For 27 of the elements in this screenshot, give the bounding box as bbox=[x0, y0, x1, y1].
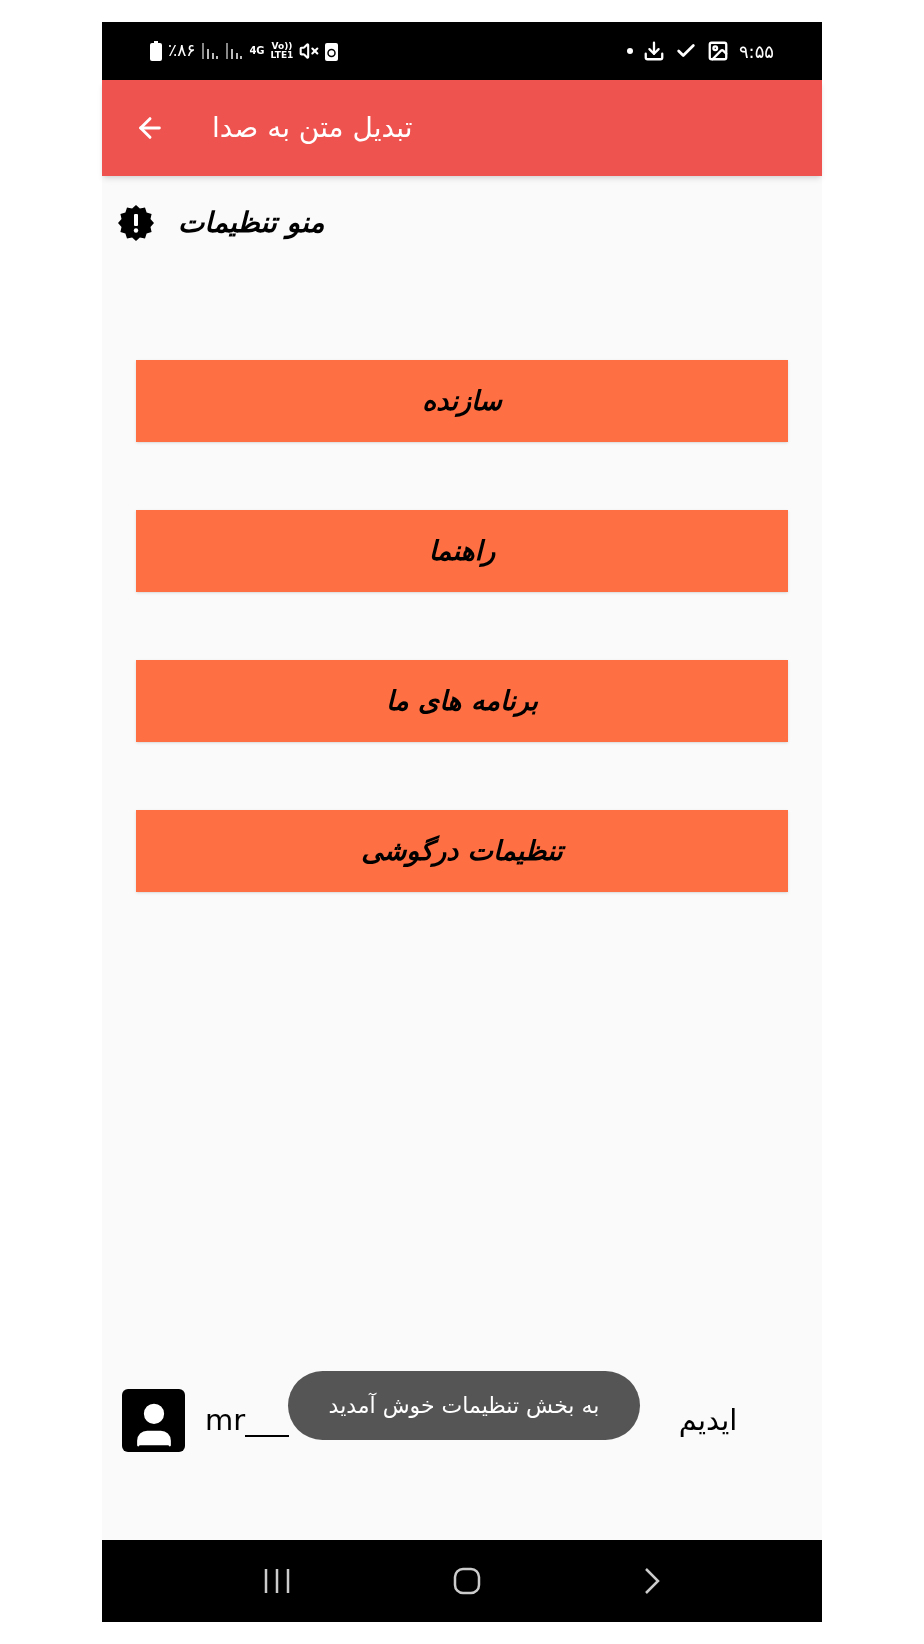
network-label: 4G bbox=[249, 46, 265, 56]
menu-button[interactable]: راهنما bbox=[136, 510, 788, 592]
contact-label-text: ایدیم bbox=[678, 1401, 738, 1439]
section-title: منو تنظیمات bbox=[178, 205, 325, 242]
toast: به بخش تنظیمات خوش آمدید bbox=[288, 1371, 640, 1440]
mute-icon bbox=[299, 41, 320, 61]
volte-label: Vo)) bbox=[271, 42, 293, 51]
menu-button[interactable]: برنامه های ما bbox=[136, 660, 788, 742]
clock: ۹:۵۵ bbox=[738, 39, 774, 64]
alert-badge-icon bbox=[118, 205, 154, 241]
signal-icon bbox=[225, 41, 244, 61]
menu-button[interactable]: تنظیمات درگوشی bbox=[136, 810, 788, 892]
recent-apps-icon[interactable] bbox=[263, 1567, 291, 1595]
back-icon[interactable] bbox=[643, 1567, 661, 1595]
battery-saver-icon bbox=[325, 41, 339, 61]
menu-button[interactable]: سازنده bbox=[136, 360, 788, 442]
app-title: تبدیل متن به صدا bbox=[212, 110, 413, 146]
signal-icon bbox=[201, 41, 220, 61]
home-icon[interactable] bbox=[453, 1567, 481, 1595]
image-icon bbox=[706, 40, 729, 62]
battery-icon bbox=[150, 41, 162, 61]
avatar-icon bbox=[122, 1389, 185, 1452]
battery-percent: ٪۸۶ bbox=[168, 39, 196, 63]
lte-label: LTE1 bbox=[270, 51, 294, 60]
download-icon bbox=[642, 40, 665, 62]
dot-icon bbox=[626, 48, 633, 54]
contact-id-text: mr___ bbox=[205, 1401, 289, 1439]
